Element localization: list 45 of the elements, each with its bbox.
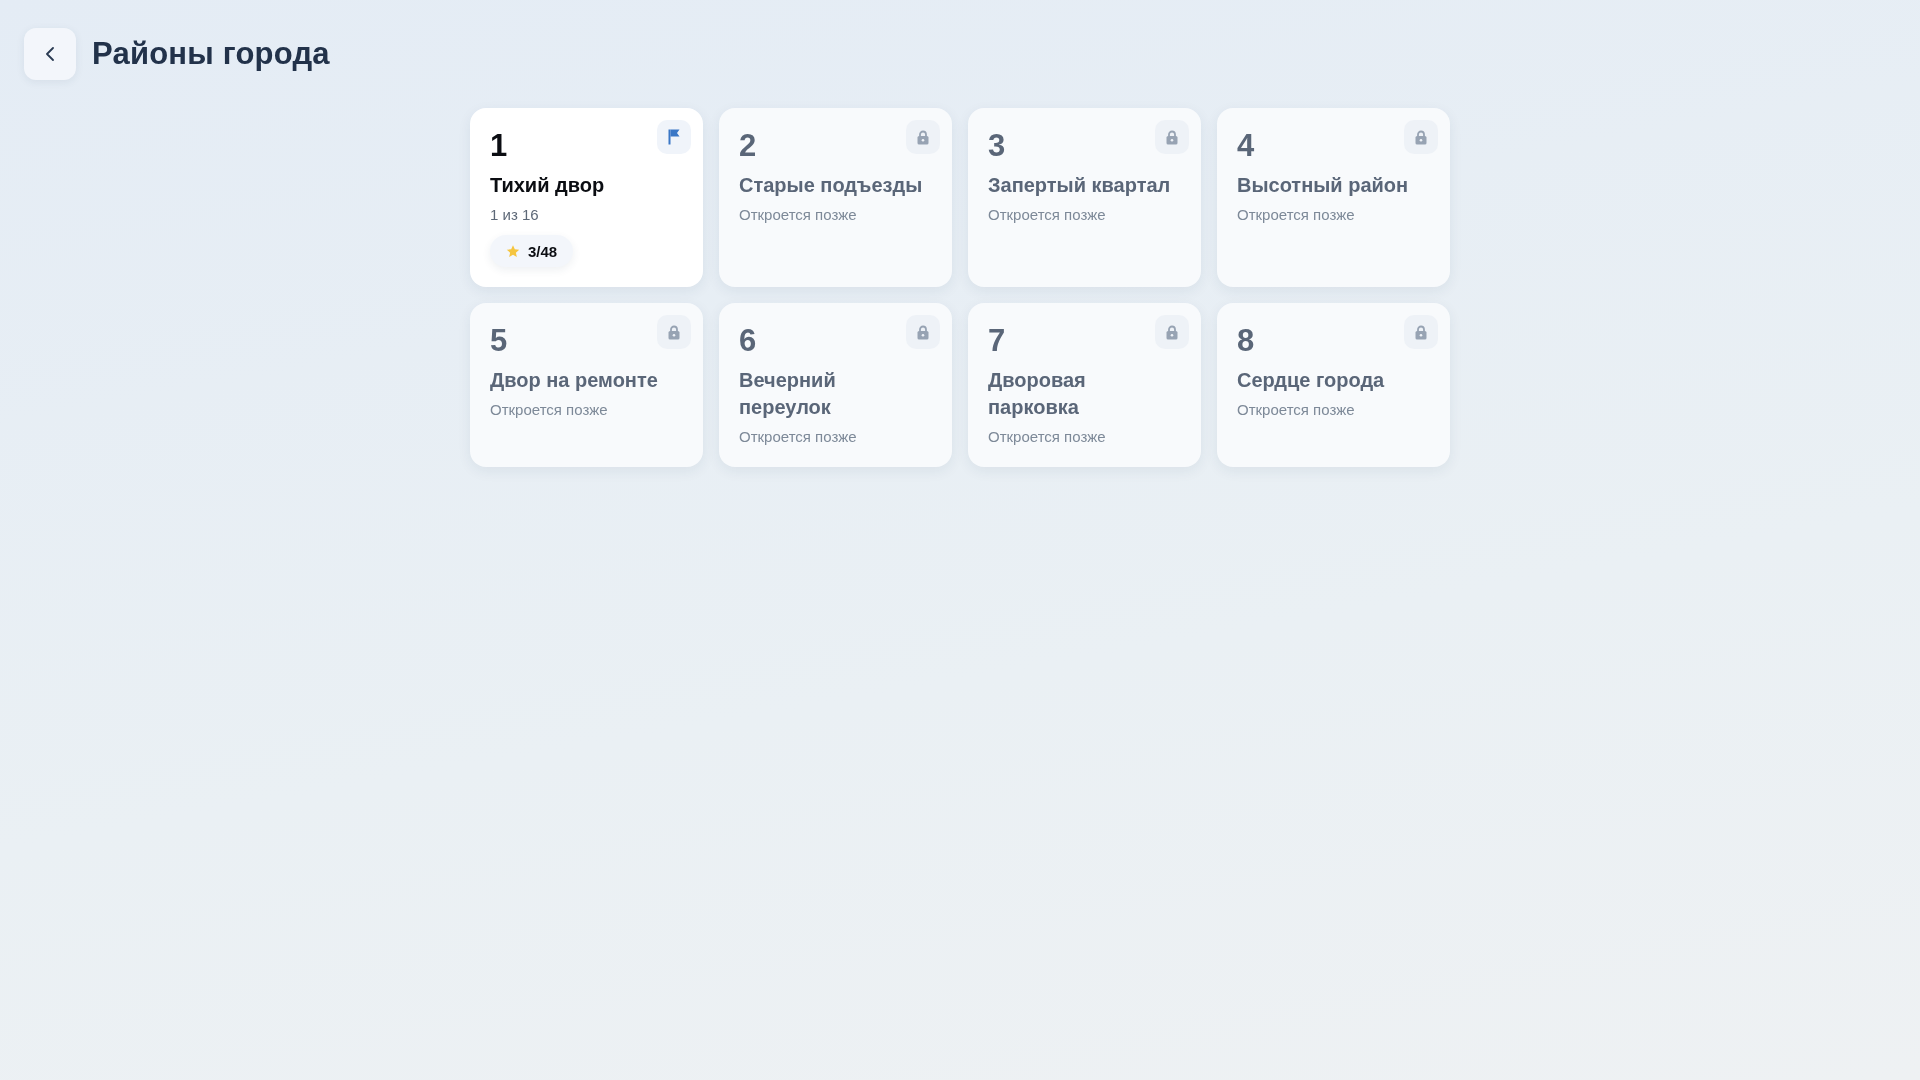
- level-number: 3: [988, 128, 1006, 164]
- stars-count: 3/48: [528, 242, 558, 260]
- level-status: Откроется позже: [739, 205, 857, 225]
- level-status: Откроется позже: [988, 205, 1106, 225]
- level-name: Старые подъезды: [739, 173, 923, 198]
- flag-icon: [657, 120, 691, 154]
- lock-icon: [1155, 120, 1189, 154]
- back-chevron-icon: [46, 47, 54, 61]
- level-card[interactable]: 3 Запертый квартал Откроется позже: [968, 108, 1201, 287]
- level-status: 1 из 16: [490, 205, 539, 225]
- level-card[interactable]: 2 Старые подъезды Откроется позже: [719, 108, 952, 287]
- level-name: Сердце города: [1237, 368, 1385, 393]
- back-button[interactable]: [24, 28, 76, 80]
- level-card[interactable]: 6 Вечерний переулок Откроется позже: [719, 303, 952, 467]
- level-number: 6: [739, 323, 757, 359]
- lock-icon: [657, 315, 691, 349]
- level-number: 7: [988, 323, 1006, 359]
- level-name: Двор на ремонте: [490, 368, 658, 393]
- page-title: Районы города: [92, 36, 330, 72]
- level-name: Тихий двор: [490, 173, 605, 198]
- level-card[interactable]: 4 Высотный район Откроется позже: [1217, 108, 1450, 287]
- level-status: Откроется позже: [739, 427, 857, 447]
- level-number: 2: [739, 128, 757, 164]
- level-name: Запертый квартал: [988, 173, 1171, 198]
- level-name: Вечерний переулок: [739, 368, 837, 420]
- level-name: Дворовая парковка: [988, 368, 1087, 420]
- level-number: 5: [490, 323, 508, 359]
- level-number: 8: [1237, 323, 1255, 359]
- lock-icon: [906, 120, 940, 154]
- level-card[interactable]: 5 Двор на ремонте Откроется позже: [470, 303, 703, 467]
- level-card[interactable]: 8 Сердце города Откроется позже: [1217, 303, 1450, 467]
- level-card[interactable]: 7 Дворовая парковка Откроется позже: [968, 303, 1201, 467]
- lock-icon: [1404, 120, 1438, 154]
- level-number: 1: [490, 128, 508, 164]
- level-card[interactable]: 1 Тихий двор 1 из 16 3/48: [470, 108, 703, 287]
- level-status: Откроется позже: [1237, 205, 1355, 225]
- lock-icon: [1404, 315, 1438, 349]
- lock-icon: [906, 315, 940, 349]
- level-status: Откроется позже: [1237, 400, 1355, 420]
- lock-icon: [1155, 315, 1189, 349]
- level-number: 4: [1237, 128, 1255, 164]
- level-status: Откроется позже: [490, 400, 608, 420]
- level-status: Откроется позже: [988, 427, 1106, 447]
- level-name: Высотный район: [1237, 173, 1409, 198]
- star-icon: [506, 244, 520, 258]
